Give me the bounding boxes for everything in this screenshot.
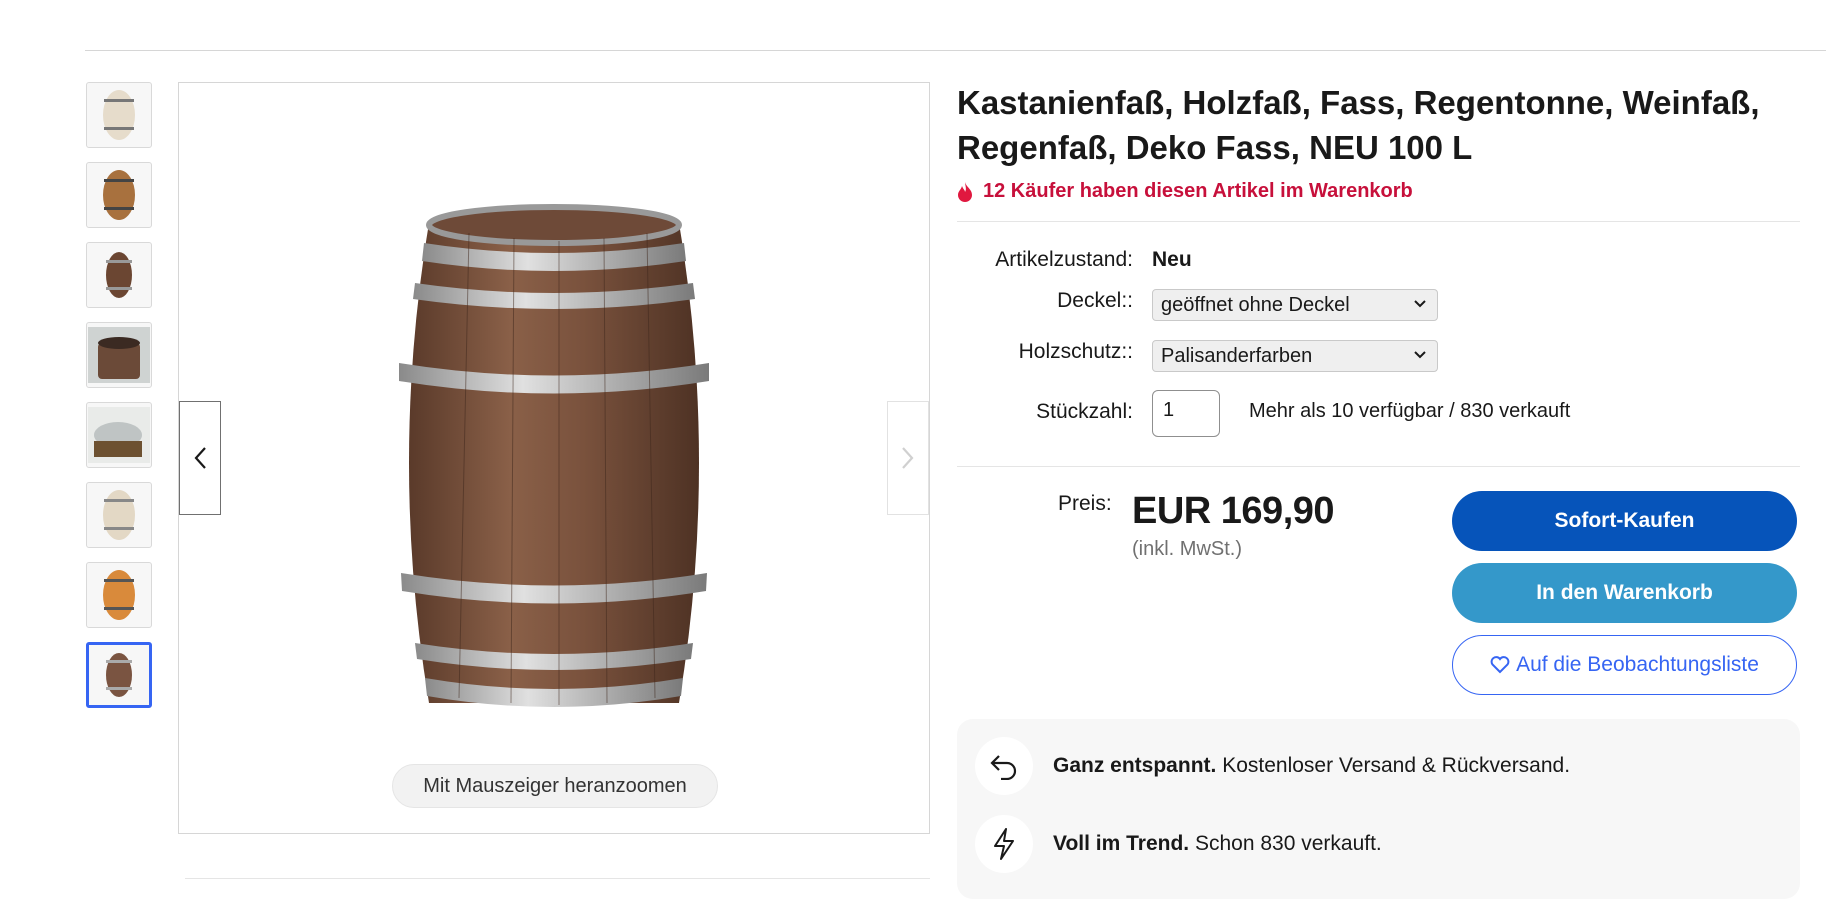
wood-label: Holzschutz::	[1018, 340, 1133, 363]
perk-trend-text: Schon 830 verkauft.	[1194, 832, 1382, 855]
vat-note: (inkl. MwSt.)	[1132, 538, 1242, 560]
hot-text: 12 Käufer haben diesen Artikel im Warenk…	[983, 180, 1413, 202]
lid-label: Deckel::	[1057, 289, 1133, 312]
chevron-right-icon	[902, 447, 914, 469]
availability-text: Mehr als 10 verfügbar / 830 verkauft	[1249, 400, 1571, 422]
chevron-down-icon	[1414, 300, 1426, 308]
product-image	[399, 204, 709, 707]
quantity-label: Stückzahl:	[1036, 400, 1133, 423]
price-amount: EUR 169,90	[1132, 490, 1335, 532]
condition-value: Neu	[1152, 248, 1192, 271]
add-to-cart-label: In den Warenkorb	[1536, 581, 1713, 604]
wood-select[interactable]: Palisanderfarben	[1152, 340, 1438, 372]
return-arrow-icon	[990, 755, 1017, 780]
perks-panel: Ganz entspannt. Kostenloser Versand & Rü…	[957, 719, 1800, 899]
lid-select-value: geöffnet ohne Deckel	[1161, 294, 1350, 316]
watchlist-button[interactable]: Auf die Beobachtungsliste	[1452, 635, 1797, 695]
next-image-button[interactable]	[887, 401, 929, 515]
flame-icon	[958, 181, 972, 202]
zoom-hint: Mit Mauszeiger heranzoomen	[392, 764, 718, 808]
product-title: Kastanienfaß, Holzfaß, Fass, Regentonne,…	[957, 84, 1760, 166]
wood-select-value: Palisanderfarben	[1161, 345, 1313, 367]
perk-trend-bold: Voll im Trend.	[1053, 832, 1190, 855]
perk-trend: Voll im Trend. Schon 830 verkauft.	[975, 815, 1382, 873]
previous-image-button[interactable]	[179, 401, 221, 515]
watchlist-label: Auf die Beobachtungsliste	[1516, 653, 1759, 676]
perk-shipping-icon-wrap	[975, 737, 1033, 795]
thumbnail-4[interactable]	[86, 322, 152, 388]
thumbnail-1[interactable]	[86, 82, 152, 148]
condition-label: Artikelzustand:	[995, 248, 1133, 271]
thumbnail-strip	[86, 82, 154, 722]
gallery-divider	[185, 878, 930, 879]
chevron-left-icon	[194, 447, 206, 469]
thumbnail-7[interactable]	[86, 562, 152, 628]
thumbnail-2[interactable]	[86, 162, 152, 228]
price-label: Preis:	[1058, 492, 1112, 515]
thumbnail-5[interactable]	[86, 402, 152, 468]
header-divider	[85, 50, 1826, 51]
details-divider	[957, 466, 1800, 467]
add-to-cart-button[interactable]: In den Warenkorb	[1452, 563, 1797, 623]
buy-now-label: Sofort-Kaufen	[1554, 509, 1695, 532]
perk-shipping-bold: Ganz entspannt.	[1053, 754, 1217, 777]
chevron-down-icon	[1414, 351, 1426, 359]
thumbnail-6[interactable]	[86, 482, 152, 548]
thumbnail-8[interactable]	[86, 642, 152, 708]
hot-indicator: 12 Käufer haben diesen Artikel im Warenk…	[957, 180, 1413, 203]
lid-select[interactable]: geöffnet ohne Deckel	[1152, 289, 1438, 321]
heart-icon	[1490, 656, 1510, 674]
main-image-viewer[interactable]: Mit Mauszeiger heranzoomen	[178, 82, 930, 834]
perk-shipping: Ganz entspannt. Kostenloser Versand & Rü…	[975, 737, 1570, 795]
thumbnail-3[interactable]	[86, 242, 152, 308]
perk-shipping-text: Kostenloser Versand & Rückversand.	[1222, 754, 1571, 777]
quantity-input[interactable]: 1	[1152, 390, 1220, 437]
title-divider	[957, 221, 1800, 222]
perk-trend-icon-wrap	[975, 815, 1033, 873]
buy-now-button[interactable]: Sofort-Kaufen	[1452, 491, 1797, 551]
lightning-icon	[994, 828, 1014, 860]
